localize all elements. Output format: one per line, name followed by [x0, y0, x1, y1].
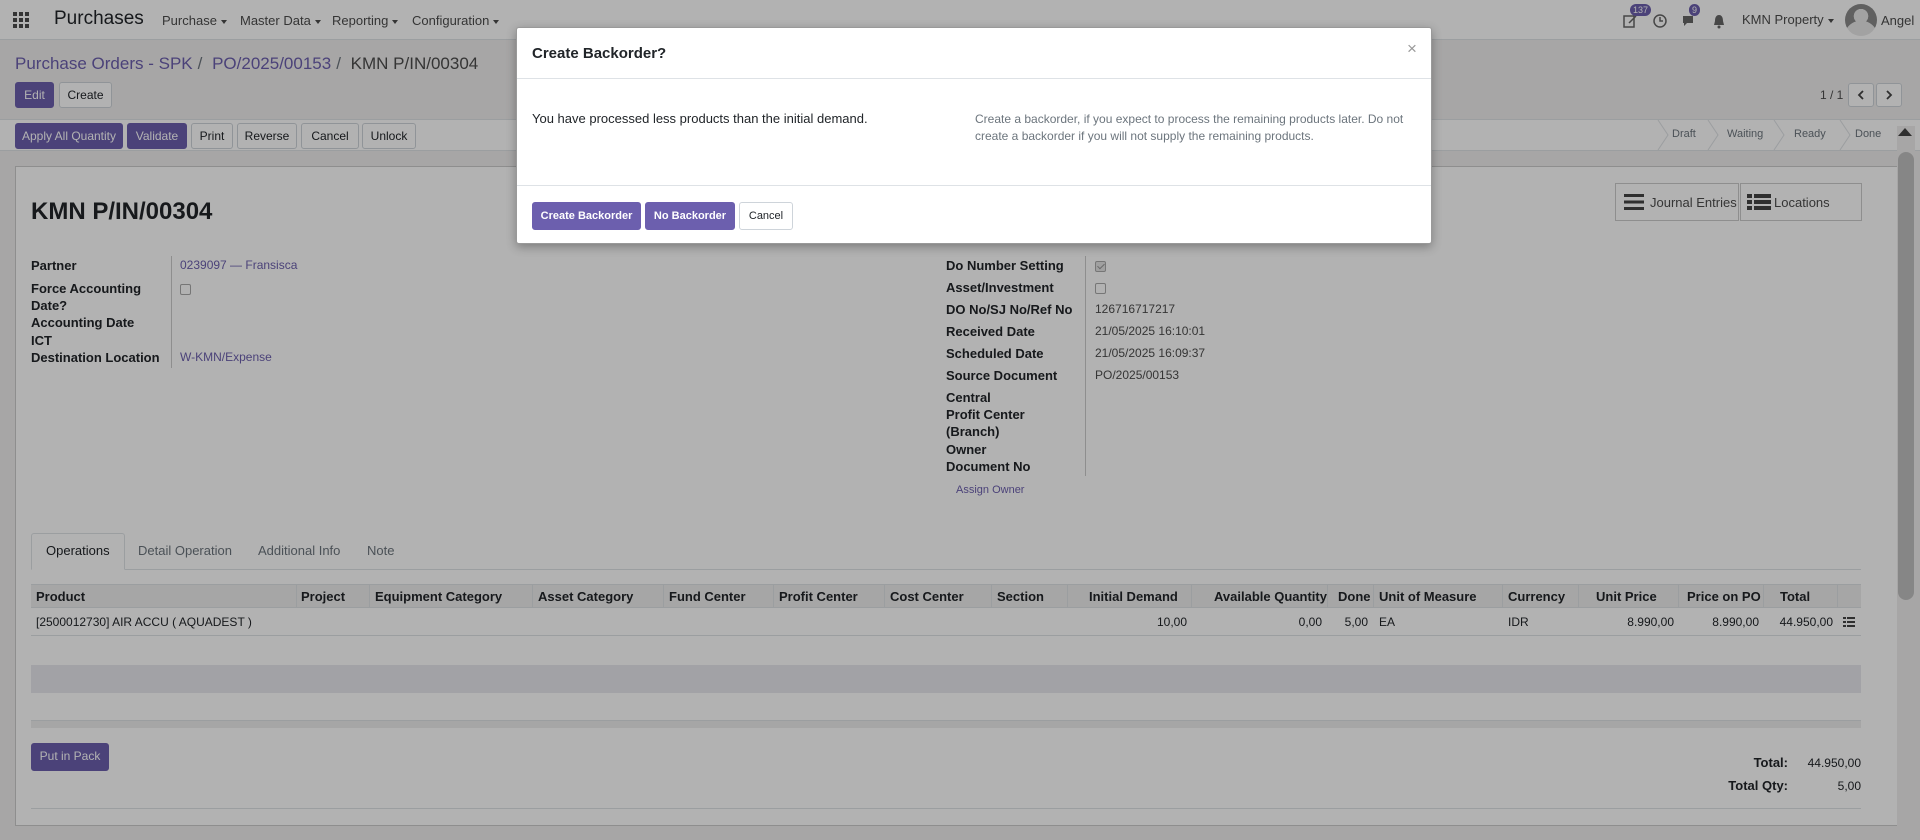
close-icon[interactable]: × — [1407, 39, 1417, 59]
dialog-title: Create Backorder? — [532, 45, 667, 62]
dialog-help-text: Create a backorder, if you expect to pro… — [975, 112, 1404, 143]
dialog-cancel-button[interactable]: Cancel — [739, 202, 793, 230]
divider — [517, 185, 1431, 186]
no-backorder-button[interactable]: No Backorder — [645, 202, 735, 230]
divider — [517, 78, 1431, 79]
create-backorder-button[interactable]: Create Backorder — [532, 202, 641, 230]
dialog-message: You have processed less products than th… — [532, 111, 868, 126]
create-backorder-dialog: Create Backorder? × You have processed l… — [516, 27, 1432, 244]
